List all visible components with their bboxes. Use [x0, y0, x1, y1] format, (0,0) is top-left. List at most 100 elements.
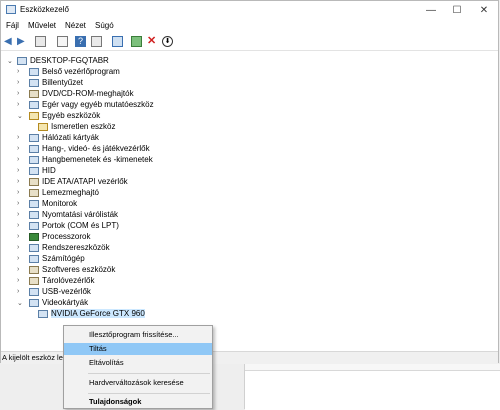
keyboard-icon: [29, 78, 39, 87]
tree-category[interactable]: › Hangbemenetek és -kimenetek: [17, 154, 153, 165]
chevron-right-icon[interactable]: ›: [17, 266, 25, 273]
tree-category[interactable]: › Hang-, videó- és játékvezérlők: [17, 143, 150, 154]
tree-category[interactable]: › Rendszereszközök: [17, 242, 110, 253]
help-icon[interactable]: ?: [75, 36, 86, 47]
title-bar[interactable]: Eszközkezelő — ☐ ✕: [1, 1, 498, 19]
device-manager-icon: [6, 5, 16, 14]
tree-category[interactable]: › Lemezmeghajtó: [17, 187, 99, 198]
chevron-right-icon[interactable]: ›: [17, 200, 25, 207]
tree-category[interactable]: › Billentyűzet: [17, 77, 83, 88]
monitor-icon: [29, 199, 39, 208]
chevron-right-icon[interactable]: ›: [17, 211, 25, 218]
tree-category-label: Processzorok: [42, 232, 91, 241]
tree-category[interactable]: › Számítógép: [17, 253, 85, 264]
context-uninstall-device[interactable]: Eltávolítás: [64, 357, 212, 369]
chevron-right-icon[interactable]: ›: [17, 101, 25, 108]
close-button[interactable]: ✕: [471, 1, 497, 19]
usb-controller-icon: [29, 287, 39, 296]
tree-category[interactable]: ⌄ Egyéb eszközök: [17, 110, 100, 121]
print-queue-icon: [29, 210, 39, 219]
tree-category[interactable]: › Egér vagy egyéb mutatóeszköz: [17, 99, 154, 110]
tree-device[interactable]: Ismeretlen eszköz: [38, 121, 115, 132]
storage-controller-icon: [29, 276, 39, 285]
maximize-button[interactable]: ☐: [444, 1, 470, 19]
tree-category[interactable]: › Portok (COM és LPT): [17, 220, 119, 231]
window-title: Eszközkezelő: [20, 5, 69, 14]
tree-category[interactable]: › DVD/CD-ROM-meghajtók: [17, 88, 134, 99]
tree-category[interactable]: › HID: [17, 165, 56, 176]
tree-category-label: Monitorok: [42, 199, 78, 208]
menu-action[interactable]: Művelet: [28, 21, 56, 30]
tree-category[interactable]: › Nyomtatási várólisták: [17, 209, 118, 220]
tree-category-label: USB-vezérlők: [42, 287, 91, 296]
tree-category[interactable]: › USB-vezérlők: [17, 286, 91, 297]
menu-help[interactable]: Súgó: [95, 21, 114, 30]
tree-device-selected[interactable]: NVIDIA GeForce GTX 960: [38, 308, 145, 319]
chevron-right-icon[interactable]: ›: [17, 255, 25, 262]
tree-category[interactable]: › Szoftveres eszközök: [17, 264, 115, 275]
context-scan-hardware[interactable]: Hardverváltozások keresése: [64, 377, 212, 389]
context-properties[interactable]: Tulajdonságok: [64, 396, 212, 408]
tree-category-label: Belső vezérlőprogram: [42, 67, 120, 76]
chevron-right-icon[interactable]: ›: [17, 68, 25, 75]
port-icon: [29, 221, 39, 230]
context-update-driver[interactable]: Illesztőprogram frissítése...: [64, 329, 212, 341]
chevron-right-icon[interactable]: ›: [17, 79, 25, 86]
tree-category-label: DVD/CD-ROM-meghajtók: [42, 89, 134, 98]
chevron-right-icon[interactable]: ›: [17, 90, 25, 97]
tree-category-label: IDE ATA/ATAPI vezérlők: [42, 177, 128, 186]
context-disable-device[interactable]: Tiltás: [64, 343, 212, 355]
chevron-right-icon[interactable]: ›: [17, 222, 25, 229]
chevron-right-icon[interactable]: ›: [17, 189, 25, 196]
back-arrow-icon[interactable]: ◀: [4, 36, 15, 47]
tree-category[interactable]: › Belső vezérlőprogram: [17, 66, 120, 77]
tree-category[interactable]: ⌄ Videokártyák: [17, 297, 88, 308]
menu-file[interactable]: Fájl: [6, 21, 19, 30]
tree-category-label: Hang-, videó- és játékvezérlők: [42, 144, 150, 153]
tree-category-label: HID: [42, 166, 56, 175]
uninstall-icon[interactable]: ✕: [147, 36, 158, 47]
minimize-button[interactable]: —: [418, 1, 444, 19]
tree-category[interactable]: › Tárolóvezérlők: [17, 275, 94, 286]
tree-category-label: Rendszereszközök: [42, 243, 110, 252]
mouse-icon: [29, 100, 39, 109]
chevron-down-icon[interactable]: ⌄: [17, 299, 25, 307]
tree-category[interactable]: › Hálózati kártyák: [17, 132, 99, 143]
firmware-icon: [29, 67, 39, 76]
chevron-down-icon[interactable]: ⌄: [17, 112, 25, 120]
tree-category[interactable]: › IDE ATA/ATAPI vezérlők: [17, 176, 128, 187]
forward-arrow-icon[interactable]: ▶: [17, 36, 28, 47]
computer-category-icon: [29, 254, 39, 263]
chevron-right-icon[interactable]: ›: [17, 145, 25, 152]
chevron-right-icon[interactable]: ›: [17, 134, 25, 141]
chevron-right-icon[interactable]: ›: [17, 178, 25, 185]
chevron-right-icon[interactable]: ›: [17, 167, 25, 174]
ide-controller-icon: [29, 177, 39, 186]
tree-category-label: Lemezmeghajtó: [42, 188, 99, 197]
tree-device-label: NVIDIA GeForce GTX 960: [51, 309, 145, 318]
update-driver-icon[interactable]: [131, 36, 142, 47]
scan-hardware-icon[interactable]: [112, 36, 123, 47]
chevron-right-icon[interactable]: ›: [17, 277, 25, 284]
menu-view[interactable]: Nézet: [65, 21, 86, 30]
display-adapter-icon: [29, 298, 39, 307]
processor-icon: [29, 232, 39, 241]
tree-category[interactable]: › Monitorok: [17, 198, 77, 209]
tree-category-label: Hangbemenetek és -kimenetek: [42, 155, 153, 164]
tree-category[interactable]: › Processzorok: [17, 231, 90, 242]
chevron-right-icon[interactable]: ›: [17, 288, 25, 295]
computer-icon: [17, 56, 27, 65]
tree-device-label: Ismeretlen eszköz: [51, 122, 116, 131]
show-hide-tree-icon[interactable]: [35, 36, 46, 47]
download-arrow-icon[interactable]: ⬇: [162, 36, 173, 47]
chevron-right-icon[interactable]: ›: [17, 233, 25, 240]
chevron-right-icon[interactable]: ›: [17, 156, 25, 163]
chevron-down-icon[interactable]: ⌄: [7, 57, 15, 65]
action-icon[interactable]: [91, 36, 102, 47]
tree-category-label: Nyomtatási várólisták: [42, 210, 119, 219]
audio-io-icon: [29, 155, 39, 164]
properties-icon[interactable]: [57, 36, 68, 47]
tree-root[interactable]: ⌄ DESKTOP-FGQTABR: [7, 55, 109, 66]
chevron-right-icon[interactable]: ›: [17, 244, 25, 251]
context-separator: [88, 373, 210, 374]
